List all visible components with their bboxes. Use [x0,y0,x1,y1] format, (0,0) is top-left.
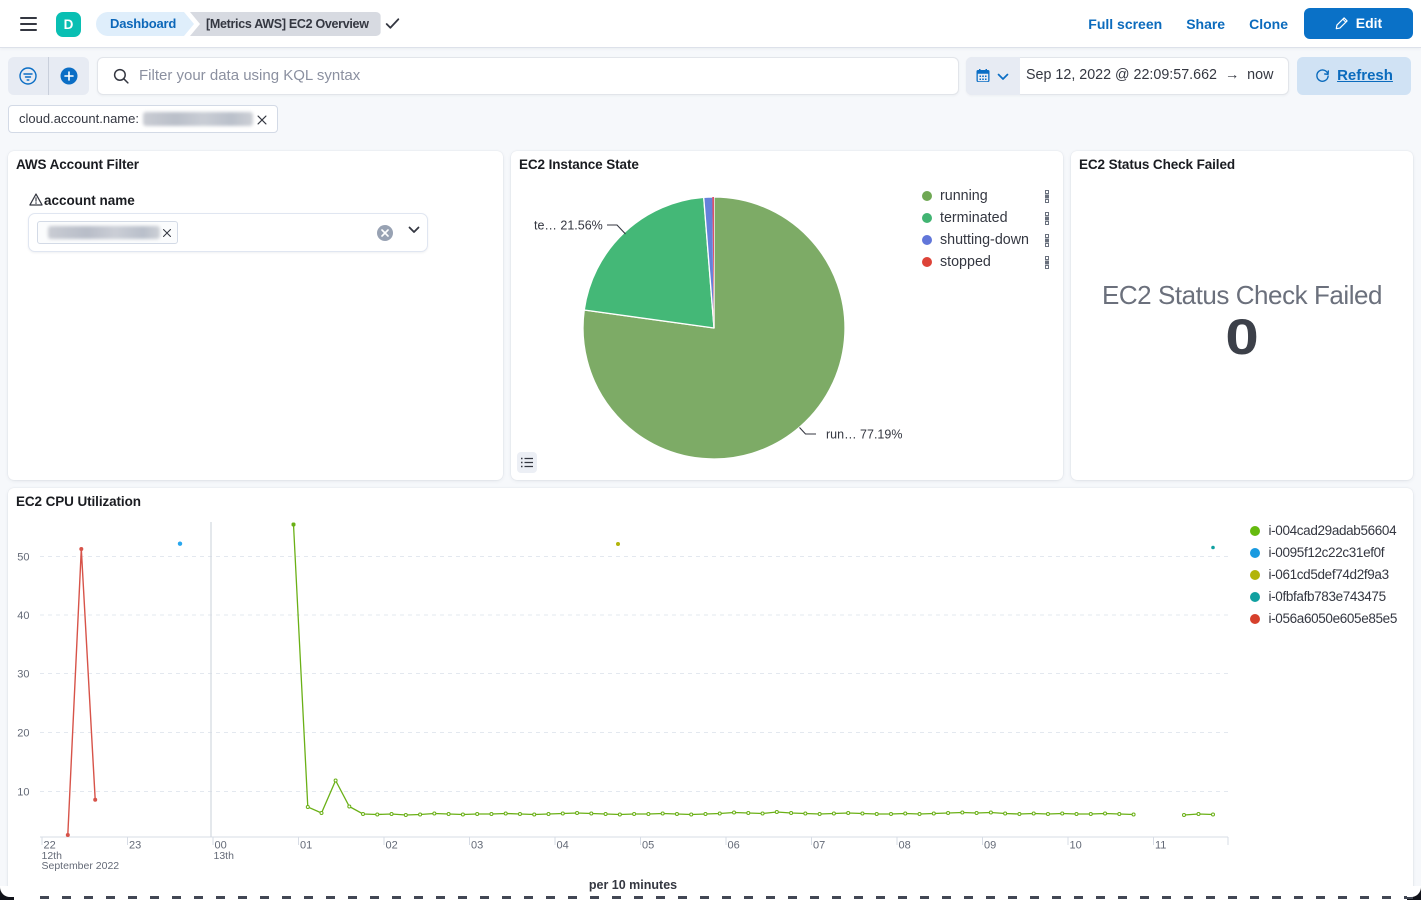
svg-text:04: 04 [557,840,569,852]
svg-text:02: 02 [386,840,398,852]
svg-text:te… 21.56%: te… 21.56% [534,219,603,233]
svg-text:05: 05 [642,840,654,852]
svg-text:10: 10 [1070,840,1082,852]
svg-text:07: 07 [813,840,825,852]
svg-text:09: 09 [984,840,996,852]
svg-text:08: 08 [899,840,911,852]
svg-text:13th: 13th [214,850,235,862]
svg-text:September 2022: September 2022 [42,860,120,872]
svg-text:06: 06 [728,840,740,852]
svg-text:50: 50 [17,552,29,564]
svg-text:20: 20 [17,728,29,740]
svg-text:40: 40 [17,610,29,622]
svg-text:01: 01 [300,840,312,852]
svg-text:03: 03 [471,840,483,852]
svg-text:11: 11 [1155,840,1166,852]
svg-text:10: 10 [17,787,29,799]
svg-text:30: 30 [17,669,29,681]
svg-text:run… 77.19%: run… 77.19% [826,428,902,442]
svg-text:23: 23 [129,840,141,852]
